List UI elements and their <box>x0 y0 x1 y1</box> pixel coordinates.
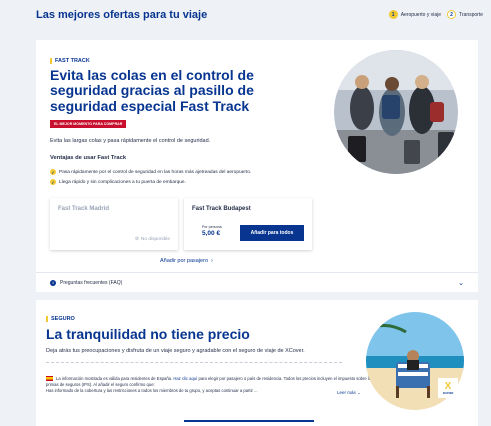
unavailable-label: No disponible <box>140 237 170 242</box>
info-icon: i <box>50 279 56 286</box>
xcover-mark-icon: X <box>444 380 452 392</box>
chevron-down-icon: ⌄ <box>357 390 361 395</box>
add-per-passenger-link[interactable]: Añadir por pasajero › <box>160 258 213 264</box>
per-person-label: Por persona <box>202 225 222 229</box>
option-fast-track-budapest: Fast Track Budapest Por persona 5,00 € A… <box>184 198 312 250</box>
benefit-text: Llega rápido y sin complicaciones a tu p… <box>59 179 186 185</box>
read-more-link[interactable]: Leer más ⌄ <box>337 390 361 396</box>
benefit-item: ✓ Pasa rápidamente por el control de seg… <box>50 169 251 175</box>
step-label: Aeropuerto y viaje <box>400 11 441 18</box>
check-icon: ✓ <box>50 179 56 185</box>
per-passenger-label: Añadir por pasajero <box>160 258 209 264</box>
add-for-all-button[interactable]: Añadir para todos <box>240 225 304 241</box>
insurance-kicker: SEGURO <box>46 316 75 322</box>
xcover-logo: X XCOVER <box>438 378 458 398</box>
page-title: Las mejores ofertas para tu viaje <box>36 9 208 21</box>
step-number: 2 <box>447 10 456 19</box>
chevron-right-icon: › <box>211 258 213 264</box>
step-indicator: 1 Aeropuerto y viaje 2 Transporte <box>388 10 483 19</box>
insurance-lead: Deja atrás tus preocupaciones y disfruta… <box>46 348 305 354</box>
choose-per-passenger-link[interactable]: Haz clic aquí <box>173 376 197 381</box>
read-more-label: Leer más <box>337 390 356 395</box>
fast-track-lead: Evita las largas colas y pasa rápidament… <box>50 138 211 144</box>
insurance-card: SEGURO La tranquilidad no tiene precio D… <box>36 300 478 426</box>
notice-line2: Has informado de la cobertura y las rest… <box>46 388 258 394</box>
benefits-title: Ventajas de usar Fast Track <box>50 155 127 161</box>
fast-track-kicker: FAST TRACK <box>50 58 90 64</box>
insurance-headline: La tranquilidad no tiene precio <box>46 326 250 342</box>
benefit-item: ✓ Llega rápido y sin complicaciones a tu… <box>50 179 186 185</box>
faq-toggle[interactable]: i Preguntas frecuentes (FAQ) ⌄ <box>36 272 478 292</box>
spain-flag-icon <box>46 376 53 382</box>
xcover-brand: XCOVER <box>442 391 454 395</box>
option-name: Fast Track Budapest <box>192 206 251 212</box>
fast-track-headline: Evita las colas en el control de segurid… <box>50 67 254 114</box>
insurance-action-button[interactable] <box>184 420 314 426</box>
option-fast-track-madrid: Fast Track Madrid ⊘ No disponible <box>50 198 178 250</box>
blocked-icon: ⊘ <box>134 237 139 242</box>
check-icon: ✓ <box>50 169 56 175</box>
faq-label: Preguntas frecuentes (FAQ) <box>60 279 123 286</box>
unavailable-status: ⊘ No disponible <box>135 237 170 242</box>
price: 5,00 € <box>202 230 221 237</box>
notice-start: La información mostrada es válida para r… <box>56 376 173 381</box>
residence-notice: La información mostrada es válida para r… <box>46 376 376 394</box>
step-airport[interactable]: 1 Aeropuerto y viaje <box>388 10 441 19</box>
divider <box>46 362 342 363</box>
benefit-text: Pasa rápidamente por el control de segur… <box>59 169 252 175</box>
page-header: Las mejores ofertas para tu viaje 1 Aero… <box>0 0 491 32</box>
fast-track-card: FAST TRACK Evita las colas en el control… <box>36 40 478 292</box>
step-transport[interactable]: 2 Transporte <box>447 10 483 19</box>
promo-badge: EL MEJOR MOMENTO PARA COMPRAR <box>50 120 127 128</box>
step-label: Transporte <box>459 11 483 18</box>
step-number: 1 <box>388 10 398 19</box>
option-name: Fast Track Madrid <box>58 206 110 212</box>
chevron-down-icon: ⌄ <box>458 280 464 287</box>
airport-queue-photo <box>334 50 458 174</box>
